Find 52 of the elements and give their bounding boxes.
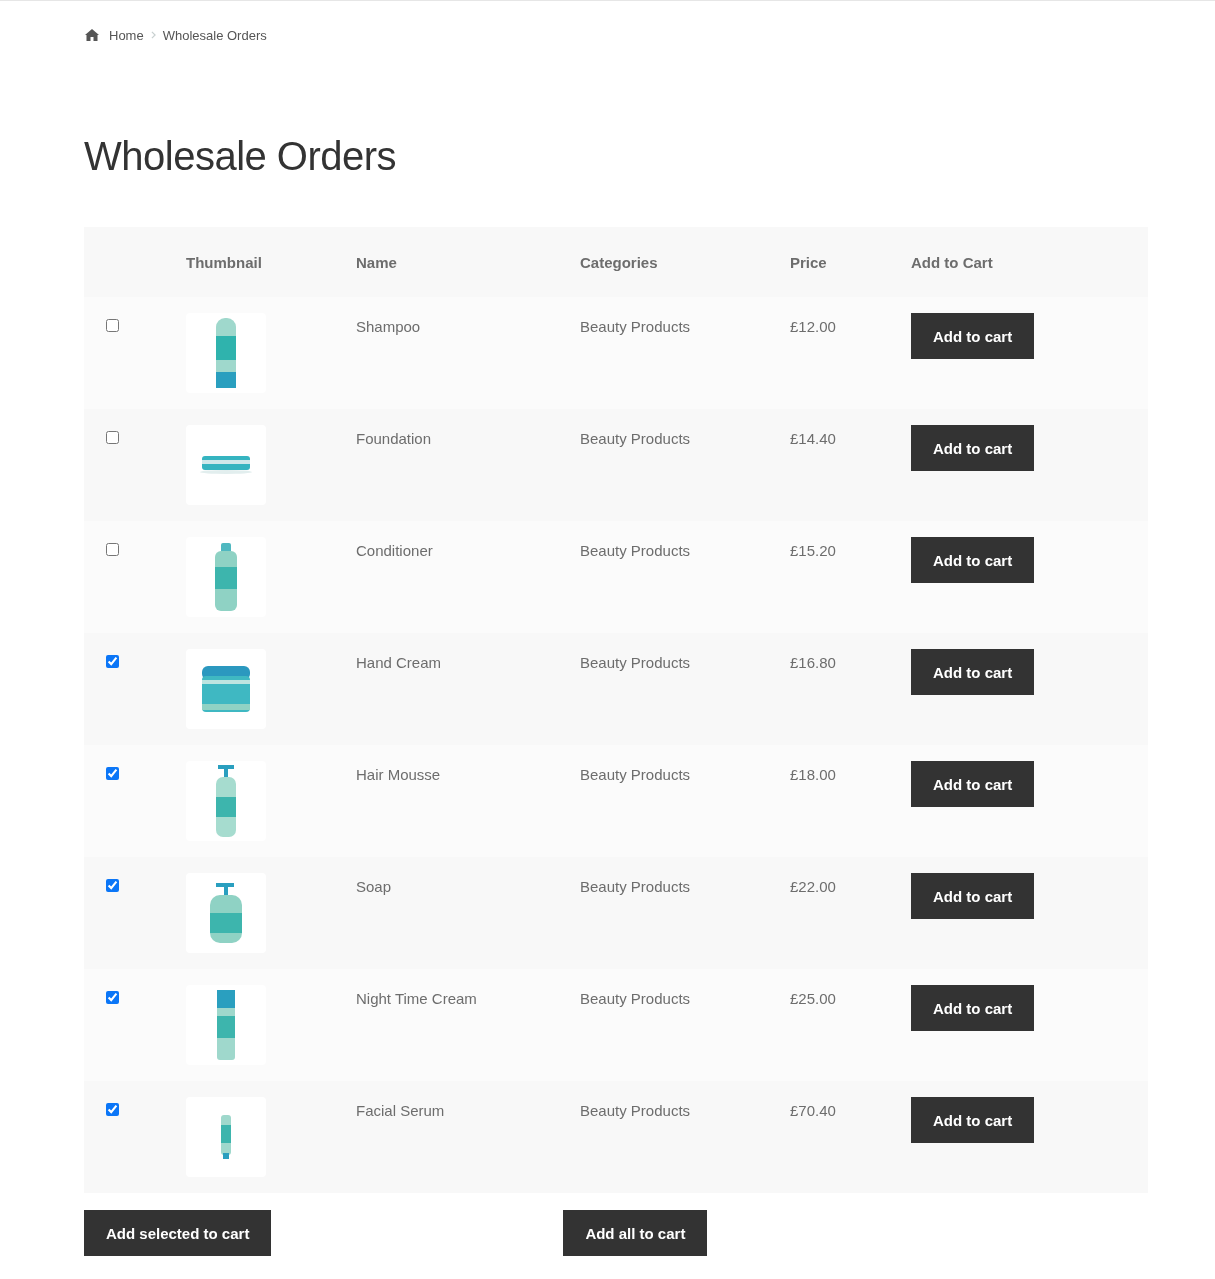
add-to-cart-button[interactable]: Add to cart [911,761,1035,807]
product-name: Soap [356,878,392,895]
product-price: £70.40 [790,1102,836,1119]
product-category: Beauty Products [580,990,691,1007]
add-to-cart-button[interactable]: Add to cart [911,985,1035,1031]
home-icon [84,28,100,42]
row-checkbox[interactable] [106,991,119,1004]
product-name: Night Time Cream [356,990,477,1007]
product-price: £14.40 [790,430,836,447]
add-to-cart-button[interactable]: Add to cart [911,425,1035,471]
add-all-button[interactable]: Add all to cart [563,1210,708,1256]
product-name: Shampoo [356,318,421,335]
product-price: £18.00 [790,766,836,783]
product-name: Facial Serum [356,1102,445,1119]
product-name: Hand Cream [356,654,442,671]
page-title: Wholesale Orders [84,133,398,179]
chevron-icon [150,31,156,39]
row-checkbox[interactable] [106,319,119,332]
row-checkbox[interactable] [106,767,119,780]
row-checkbox[interactable] [106,431,119,444]
product-price: £15.20 [790,542,836,559]
add-to-cart-button[interactable]: Add to cart [911,313,1035,359]
add-to-cart-button[interactable]: Add to cart [911,1097,1035,1143]
product-category: Beauty Products [580,654,691,671]
add-to-cart-button[interactable]: Add to cart [911,537,1035,583]
product-price: £12.00 [790,318,836,335]
breadcrumb-current: Wholesale Orders [162,27,267,43]
breadcrumb-link[interactable]: Home [109,27,144,43]
product-category: Beauty Products [580,542,691,559]
column-header: Price [790,253,827,271]
product-category: Beauty Products [580,766,691,783]
product-name: Conditioner [356,542,433,559]
product-category: Beauty Products [580,1102,691,1119]
product-category: Beauty Products [580,318,691,335]
product-category: Beauty Products [580,430,691,447]
row-checkbox[interactable] [106,879,119,892]
product-name: Foundation [356,430,432,447]
column-header: Categories [580,253,658,271]
add-selected-button[interactable]: Add selected to cart [84,1210,272,1256]
product-name: Hair Mousse [356,766,441,783]
product-price: £25.00 [790,990,836,1007]
product-price: £22.00 [790,878,836,895]
column-header: Name [356,253,397,271]
product-price: £16.80 [790,654,836,671]
column-header: Add to Cart [911,253,993,271]
product-category: Beauty Products [580,878,691,895]
add-to-cart-button[interactable]: Add to cart [911,873,1035,919]
row-checkbox[interactable] [106,543,119,556]
add-to-cart-button[interactable]: Add to cart [911,649,1035,695]
row-checkbox[interactable] [106,655,119,668]
row-checkbox[interactable] [106,1103,119,1116]
column-header: Thumbnail [186,253,262,271]
